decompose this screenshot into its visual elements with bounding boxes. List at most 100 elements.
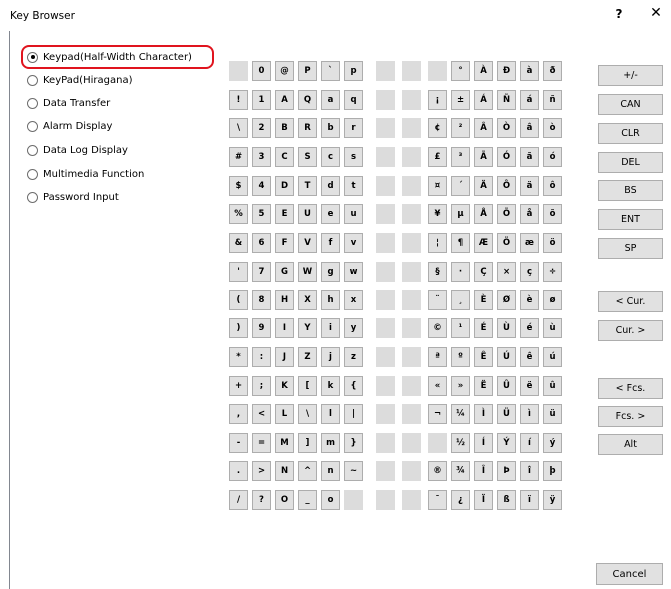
character-key[interactable]: g <box>321 262 340 282</box>
character-key[interactable]: h <box>321 290 340 310</box>
character-key[interactable]: B <box>275 118 294 138</box>
radio-dot-icon[interactable] <box>27 120 38 132</box>
character-key[interactable]: \ <box>298 404 317 424</box>
character-key[interactable]: H <box>275 290 294 310</box>
character-key[interactable]: < <box>252 404 271 424</box>
character-key[interactable]: · <box>451 262 470 282</box>
character-key[interactable]: ® <box>428 461 447 481</box>
character-key[interactable]: 8 <box>252 290 271 310</box>
character-key[interactable]: 5 <box>252 204 271 224</box>
character-key[interactable]: 1 <box>252 90 271 110</box>
character-key[interactable]: ë <box>520 376 539 396</box>
character-key[interactable]: 0 <box>252 61 271 81</box>
character-key[interactable]: Ï <box>474 490 493 510</box>
character-key[interactable]: E <box>275 204 294 224</box>
character-key[interactable]: é <box>520 318 539 338</box>
character-key[interactable]: § <box>428 262 447 282</box>
character-key[interactable]: e <box>321 204 340 224</box>
character-key[interactable]: Â <box>474 118 493 138</box>
character-key[interactable]: Ö <box>497 233 516 253</box>
character-key[interactable]: ð <box>543 61 562 81</box>
character-key[interactable]: ~ <box>344 461 363 481</box>
character-key[interactable]: $ <box>229 176 248 196</box>
character-key[interactable]: ÿ <box>543 490 562 510</box>
character-key[interactable]: V <box>298 233 317 253</box>
character-key[interactable]: + <box>229 376 248 396</box>
character-key[interactable]: × <box>497 262 516 282</box>
character-key[interactable]: J <box>275 347 294 367</box>
character-key[interactable]: q <box>344 90 363 110</box>
character-key[interactable]: { <box>344 376 363 396</box>
character-key[interactable]: ; <box>252 376 271 396</box>
character-key[interactable]: ! <box>229 90 248 110</box>
character-key[interactable]: Ã <box>474 147 493 167</box>
character-key[interactable]: m <box>321 433 340 453</box>
character-key[interactable]: Ú <box>497 347 516 367</box>
character-key[interactable]: F <box>275 233 294 253</box>
character-key[interactable]: © <box>428 318 447 338</box>
character-key[interactable]: ã <box>520 147 539 167</box>
character-key[interactable]: z <box>344 347 363 367</box>
character-key[interactable]: Z <box>298 347 317 367</box>
character-key[interactable]: # <box>229 147 248 167</box>
character-key[interactable]: [ <box>298 376 317 396</box>
character-key[interactable]: D <box>275 176 294 196</box>
character-key[interactable]: i <box>321 318 340 338</box>
character-key[interactable]: p <box>344 61 363 81</box>
function-button[interactable]: BS <box>598 180 663 201</box>
character-key[interactable]: M <box>275 433 294 453</box>
character-key[interactable]: ± <box>451 90 470 110</box>
character-key[interactable]: & <box>229 233 248 253</box>
character-key[interactable]: 4 <box>252 176 271 196</box>
character-key[interactable]: ¬ <box>428 404 447 424</box>
character-key[interactable]: ¾ <box>451 461 470 481</box>
character-key[interactable]: 6 <box>252 233 271 253</box>
character-key[interactable]: ñ <box>543 90 562 110</box>
character-key[interactable]: Û <box>497 376 516 396</box>
character-key[interactable]: ì <box>520 404 539 424</box>
character-key[interactable]: / <box>229 490 248 510</box>
character-key[interactable]: à <box>520 61 539 81</box>
character-key[interactable]: W <box>298 262 317 282</box>
character-key[interactable]: N <box>275 461 294 481</box>
character-key[interactable]: U <box>298 204 317 224</box>
character-key[interactable]: µ <box>451 204 470 224</box>
character-key[interactable]: . <box>229 461 248 481</box>
character-key[interactable]: ç <box>520 262 539 282</box>
character-key[interactable]: Þ <box>497 461 516 481</box>
character-key[interactable]: É <box>474 318 493 338</box>
character-key[interactable]: x <box>344 290 363 310</box>
radio-option[interactable]: Multimedia Function <box>27 166 211 182</box>
character-key[interactable]: ø <box>543 290 562 310</box>
radio-option[interactable]: Password Input <box>27 189 211 205</box>
character-key[interactable]: Á <box>474 90 493 110</box>
character-key[interactable]: % <box>229 204 248 224</box>
character-key[interactable]: ö <box>543 233 562 253</box>
character-key[interactable]: Ñ <box>497 90 516 110</box>
character-key[interactable]: ª <box>428 347 447 367</box>
character-key[interactable]: ¡ <box>428 90 447 110</box>
character-key[interactable]: ^ <box>298 461 317 481</box>
character-key[interactable]: > <box>252 461 271 481</box>
character-key[interactable]: ê <box>520 347 539 367</box>
character-key[interactable]: a <box>321 90 340 110</box>
character-key[interactable]: Æ <box>474 233 493 253</box>
character-key[interactable]: è <box>520 290 539 310</box>
character-key[interactable]: ¢ <box>428 118 447 138</box>
character-key[interactable]: 2 <box>252 118 271 138</box>
character-key[interactable]: ¼ <box>451 404 470 424</box>
function-button[interactable]: +/- <box>598 65 663 86</box>
character-key[interactable]: Í <box>474 433 493 453</box>
radio-option[interactable]: Data Transfer <box>27 95 211 111</box>
character-key[interactable]: R <box>298 118 317 138</box>
function-button[interactable]: < Fcs. <box>598 378 663 399</box>
help-button[interactable]: ? <box>612 7 626 23</box>
character-key[interactable]: ( <box>229 290 248 310</box>
character-key[interactable]: t <box>344 176 363 196</box>
character-key[interactable]: , <box>229 404 248 424</box>
character-key[interactable]: @ <box>275 61 294 81</box>
character-key[interactable]: À <box>474 61 493 81</box>
character-key[interactable]: í <box>520 433 539 453</box>
character-key[interactable]: ¿ <box>451 490 470 510</box>
close-button[interactable]: ✕ <box>648 5 664 23</box>
